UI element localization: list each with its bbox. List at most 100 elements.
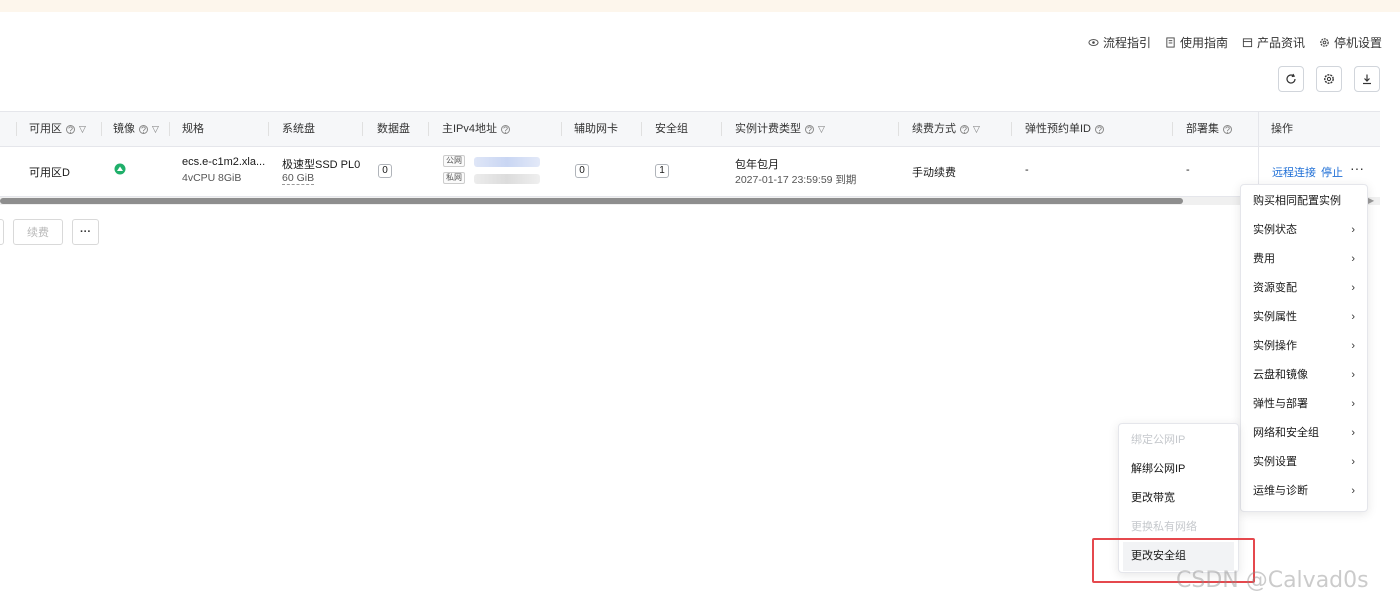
header-image: 镜像 ? ▽ bbox=[113, 112, 159, 146]
menu-item-label: 实例属性 bbox=[1253, 311, 1297, 323]
filter-icon[interactable]: ▽ bbox=[152, 112, 159, 146]
remote-connect-link[interactable]: 远程连接 bbox=[1272, 164, 1316, 180]
calendar-icon bbox=[1242, 38, 1253, 48]
batch-button-partial[interactable] bbox=[0, 219, 4, 245]
cell-spec-name: ecs.e-c1m2.xla... bbox=[182, 156, 266, 168]
refresh-button[interactable] bbox=[1278, 66, 1304, 92]
menu-item-cost[interactable]: 费用 › bbox=[1241, 245, 1367, 274]
header-separator bbox=[268, 122, 269, 136]
export-button[interactable] bbox=[1354, 66, 1380, 92]
filter-icon[interactable]: ▽ bbox=[79, 112, 86, 146]
horizontal-scrollbar-thumb[interactable] bbox=[0, 198, 1183, 204]
header-deployment-set-label: 部署集 bbox=[1186, 123, 1219, 135]
menu-item-label: 实例状态 bbox=[1253, 224, 1297, 236]
header-separator bbox=[1011, 122, 1012, 136]
menu-item-elasticity-deployment[interactable]: 弹性与部署 › bbox=[1241, 390, 1367, 419]
menu-item-disks-images[interactable]: 云盘和镜像 › bbox=[1241, 361, 1367, 390]
gear-icon bbox=[1320, 38, 1329, 47]
header-billing-type: 实例计费类型 ? ▽ bbox=[735, 112, 825, 146]
menu-item-label: 云盘和镜像 bbox=[1253, 369, 1308, 381]
header-spec-label: 规格 bbox=[182, 123, 204, 135]
header-image-label: 镜像 bbox=[113, 123, 135, 135]
header-separator bbox=[428, 122, 429, 136]
cell-eni[interactable]: 0 bbox=[575, 164, 589, 178]
menu-item-instance-status[interactable]: 实例状态 › bbox=[1241, 216, 1367, 245]
chevron-right-icon: › bbox=[1351, 340, 1355, 352]
header-actions: 操作 bbox=[1258, 112, 1380, 146]
cell-zone: 可用区D bbox=[29, 167, 70, 179]
help-icon[interactable]: ? bbox=[1223, 124, 1232, 134]
header-data-disk: 数据盘 bbox=[377, 112, 410, 146]
header-separator bbox=[169, 122, 170, 136]
batch-more-button[interactable]: ··· bbox=[72, 219, 99, 245]
menu-item-label: 网络和安全组 bbox=[1253, 427, 1319, 439]
submenu-item-unbind-public-ip[interactable]: 解绑公网IP bbox=[1119, 455, 1238, 484]
header-spec: 规格 bbox=[182, 112, 204, 146]
filter-icon[interactable]: ▽ bbox=[973, 112, 980, 146]
column-settings-button[interactable] bbox=[1316, 66, 1342, 92]
header-zone-label: 可用区 bbox=[29, 123, 62, 135]
cell-security-group[interactable]: 1 bbox=[655, 164, 669, 178]
chevron-right-icon: › bbox=[1351, 253, 1355, 265]
menu-item-instance-operations[interactable]: 实例操作 › bbox=[1241, 332, 1367, 361]
top-link-product-news[interactable]: 产品资讯 bbox=[1242, 34, 1305, 51]
help-icon[interactable]: ? bbox=[960, 124, 969, 134]
menu-item-label: 实例设置 bbox=[1253, 456, 1297, 468]
more-actions-menu: 购买相同配置实例 实例状态 › 费用 › 资源变配 › 实例属性 › 实例操作 … bbox=[1240, 184, 1368, 512]
menu-item-instance-settings[interactable]: 实例设置 › bbox=[1241, 448, 1367, 477]
scroll-right-arrow-icon[interactable]: ▶ bbox=[1368, 196, 1378, 206]
chevron-right-icon: › bbox=[1351, 456, 1355, 468]
top-link-user-guide[interactable]: 使用指南 bbox=[1165, 34, 1228, 51]
menu-item-label: 弹性与部署 bbox=[1253, 398, 1308, 410]
renew-button[interactable]: 续费 bbox=[13, 219, 63, 245]
help-icon[interactable]: ? bbox=[805, 124, 814, 134]
header-elastic-reservation-label: 弹性预约单ID bbox=[1025, 123, 1091, 135]
stop-link[interactable]: 停止 bbox=[1321, 164, 1343, 180]
cell-expire-time: 2027-01-17 23:59:59 到期 bbox=[735, 174, 857, 186]
header-separator bbox=[721, 122, 722, 136]
menu-item-network-security-group[interactable]: 网络和安全组 › bbox=[1241, 419, 1367, 448]
chevron-right-icon: › bbox=[1351, 485, 1355, 497]
table-row: 可用区D ecs.e-c1m2.xla... 4vCPU 8GiB 极速型SSD… bbox=[0, 147, 1380, 197]
menu-item-instance-attributes[interactable]: 实例属性 › bbox=[1241, 303, 1367, 332]
cell-deployment-set: - bbox=[1186, 164, 1190, 176]
chevron-right-icon: › bbox=[1351, 427, 1355, 439]
menu-item-buy-same-config[interactable]: 购买相同配置实例 bbox=[1241, 187, 1367, 216]
chevron-right-icon: › bbox=[1351, 398, 1355, 410]
chevron-right-icon: › bbox=[1351, 224, 1355, 236]
menu-item-resource-change[interactable]: 资源变配 › bbox=[1241, 274, 1367, 303]
top-link-label: 使用指南 bbox=[1179, 36, 1228, 50]
header-deployment-set: 部署集 ? bbox=[1186, 112, 1232, 146]
help-icon[interactable]: ? bbox=[66, 124, 75, 134]
more-actions-button[interactable]: ··· bbox=[1350, 160, 1364, 176]
cell-system-disk-size[interactable]: 60 GiB bbox=[282, 172, 315, 185]
submenu-item-change-bandwidth[interactable]: 更改带宽 bbox=[1119, 484, 1238, 513]
ip-private-tag: 私网 bbox=[443, 172, 465, 184]
filter-icon[interactable]: ▽ bbox=[818, 112, 825, 146]
ip-private-redacted bbox=[474, 174, 540, 184]
header-separator bbox=[898, 122, 899, 136]
header-security-group: 安全组 bbox=[655, 112, 688, 146]
menu-item-label: 资源变配 bbox=[1253, 282, 1297, 294]
image-os-icon bbox=[114, 163, 126, 178]
data-disk-count-badge[interactable]: 0 bbox=[378, 164, 392, 178]
header-system-disk: 系统盘 bbox=[282, 112, 315, 146]
help-icon[interactable]: ? bbox=[501, 124, 511, 134]
cell-data-disk[interactable]: 0 bbox=[378, 164, 392, 178]
eye-icon bbox=[1088, 39, 1099, 46]
top-link-label: 停机设置 bbox=[1333, 36, 1382, 50]
header-separator bbox=[1172, 122, 1173, 136]
security-group-count-badge[interactable]: 1 bbox=[655, 164, 669, 178]
help-icon[interactable]: ? bbox=[139, 124, 148, 134]
help-icon[interactable]: ? bbox=[1095, 124, 1104, 134]
cell-renew-mode: 手动续费 bbox=[912, 167, 956, 179]
header-separator bbox=[362, 122, 363, 136]
top-link-flow-guide[interactable]: 流程指引 bbox=[1088, 34, 1151, 51]
chevron-right-icon: › bbox=[1351, 369, 1355, 381]
watermark: CSDN @Calvad0s bbox=[1176, 568, 1369, 593]
top-link-shutdown-settings[interactable]: 停机设置 bbox=[1319, 34, 1382, 51]
menu-item-ops-diagnostics[interactable]: 运维与诊断 › bbox=[1241, 477, 1367, 506]
eni-count-badge[interactable]: 0 bbox=[575, 164, 589, 178]
header-elastic-reservation: 弹性预约单ID ? bbox=[1025, 112, 1104, 146]
top-link-label: 流程指引 bbox=[1102, 36, 1151, 50]
